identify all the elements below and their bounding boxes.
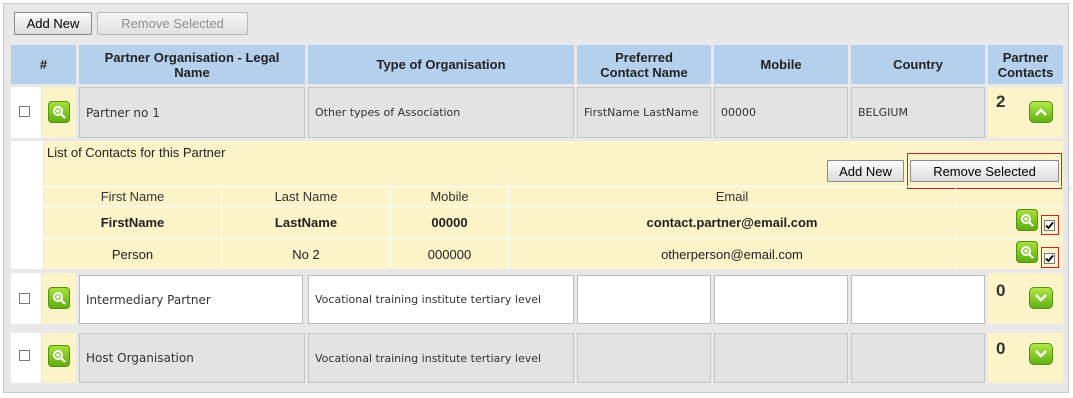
divider xyxy=(11,186,1063,187)
divider xyxy=(11,206,1063,207)
mobile-cell xyxy=(714,333,848,383)
header-partner-contacts: Partner Contacts xyxy=(988,45,1063,84)
contact-first-name: Person xyxy=(111,247,154,262)
contact-email: contact.partner@email.com xyxy=(646,215,818,230)
header-num: # xyxy=(11,45,76,84)
contact-mobile: 000000 xyxy=(427,247,472,262)
row-checkbox[interactable] xyxy=(19,293,30,304)
add-new-partner-button[interactable]: Add New xyxy=(14,12,92,35)
contacts-count: 2 xyxy=(996,92,1006,111)
subpanel-title: List of Contacts for this Partner xyxy=(47,145,226,160)
type-cell: Vocational training institute tertiary l… xyxy=(308,333,574,383)
col-email: Email xyxy=(715,189,749,204)
zoom-icon[interactable] xyxy=(48,287,70,309)
mobile-cell[interactable] xyxy=(714,275,848,324)
chevron-up-icon[interactable] xyxy=(1029,101,1053,123)
divider xyxy=(955,186,956,269)
add-new-contact-button[interactable]: Add New xyxy=(827,160,904,182)
remove-selected-partner-button[interactable]: Remove Selected xyxy=(97,12,248,35)
type-cell[interactable]: Vocational training institute tertiary l… xyxy=(308,275,574,324)
header-type: Type of Organisation xyxy=(308,45,574,84)
contact-checkbox[interactable] xyxy=(1044,220,1055,231)
zoom-icon[interactable] xyxy=(48,101,70,123)
partner-name-cell[interactable]: Intermediary Partner xyxy=(79,275,303,324)
contact-first-name: FirstName xyxy=(100,215,165,230)
col-first-name: First Name xyxy=(100,189,165,204)
country-cell xyxy=(851,333,985,383)
country-cell: BELGIUM xyxy=(851,87,985,138)
col-last-name: Last Name xyxy=(274,189,338,204)
divider xyxy=(11,238,1063,239)
contact-mobile: 00000 xyxy=(431,215,468,230)
header-legal-name: Partner Organisation - Legal Name xyxy=(79,45,305,84)
col-mobile: Mobile xyxy=(430,189,469,204)
contacts-count: 0 xyxy=(996,281,1006,300)
remove-selected-contact-button[interactable]: Remove Selected xyxy=(910,160,1059,182)
contact-email: otherperson@email.com xyxy=(661,247,803,262)
header-mobile: Mobile xyxy=(714,45,848,84)
chevron-down-icon[interactable] xyxy=(1029,287,1053,309)
mobile-cell: 00000 xyxy=(714,87,848,138)
contacts-count: 0 xyxy=(996,339,1006,358)
contact-last-name: LastName xyxy=(274,215,338,230)
header-country: Country xyxy=(851,45,985,84)
contact-last-name: No 2 xyxy=(292,247,320,262)
row-checkbox[interactable] xyxy=(19,106,30,117)
contact-name-cell xyxy=(577,333,711,383)
zoom-icon[interactable] xyxy=(1016,209,1038,231)
zoom-icon[interactable] xyxy=(48,345,70,367)
type-cell: Other types of Association xyxy=(308,87,574,138)
contact-name-cell: FirstName LastName xyxy=(577,87,711,138)
chevron-down-icon[interactable] xyxy=(1029,343,1053,365)
header-contact-name: Preferred Contact Name xyxy=(577,45,711,84)
partner-name-cell: Partner no 1 xyxy=(79,87,305,138)
partner-name-cell: Host Organisation xyxy=(79,333,305,383)
contact-name-cell[interactable] xyxy=(577,275,711,324)
country-cell[interactable] xyxy=(851,275,985,324)
row-checkbox[interactable] xyxy=(19,350,30,361)
subpanel-gutter xyxy=(11,141,43,269)
contact-checkbox[interactable] xyxy=(1044,253,1055,264)
zoom-icon[interactable] xyxy=(1016,241,1038,263)
